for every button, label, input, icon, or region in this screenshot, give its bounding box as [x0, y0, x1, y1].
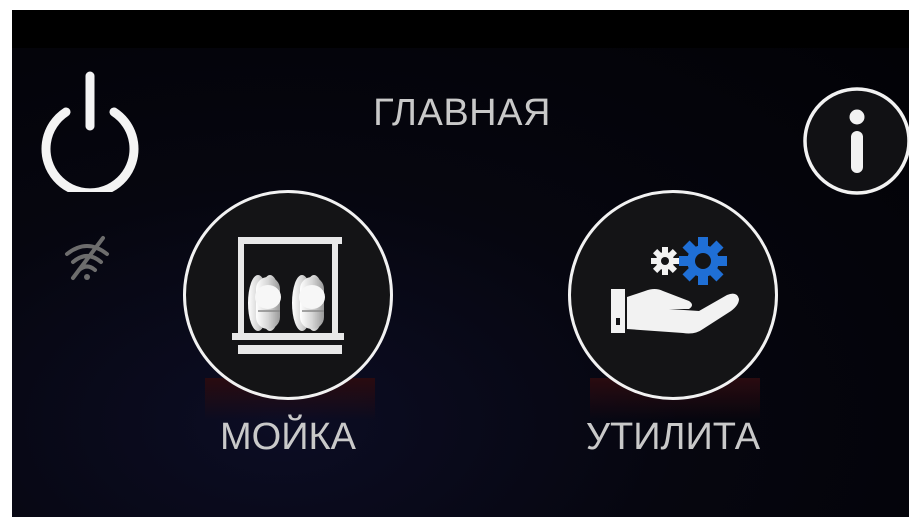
wash-tile[interactable]: МОЙКА [183, 190, 393, 460]
info-icon [803, 87, 909, 195]
wash-button[interactable] [183, 190, 393, 400]
info-button[interactable] [801, 85, 909, 197]
device-frame: ГЛАВНАЯ МОЙКА УТИЛИТА [12, 10, 909, 517]
wash-label: МОЙКА [219, 416, 356, 458]
wifi-off-icon [61, 232, 113, 284]
utility-tile[interactable]: УТИЛИТА [568, 190, 778, 460]
hand-gears-icon [611, 237, 739, 334]
page-title: ГЛАВНАЯ [373, 92, 551, 134]
utility-button[interactable] [568, 190, 778, 400]
power-icon [41, 71, 139, 192]
dishwasher-icon [232, 237, 344, 354]
utility-label: УТИЛИТА [585, 416, 761, 458]
power-button[interactable] [38, 68, 142, 192]
